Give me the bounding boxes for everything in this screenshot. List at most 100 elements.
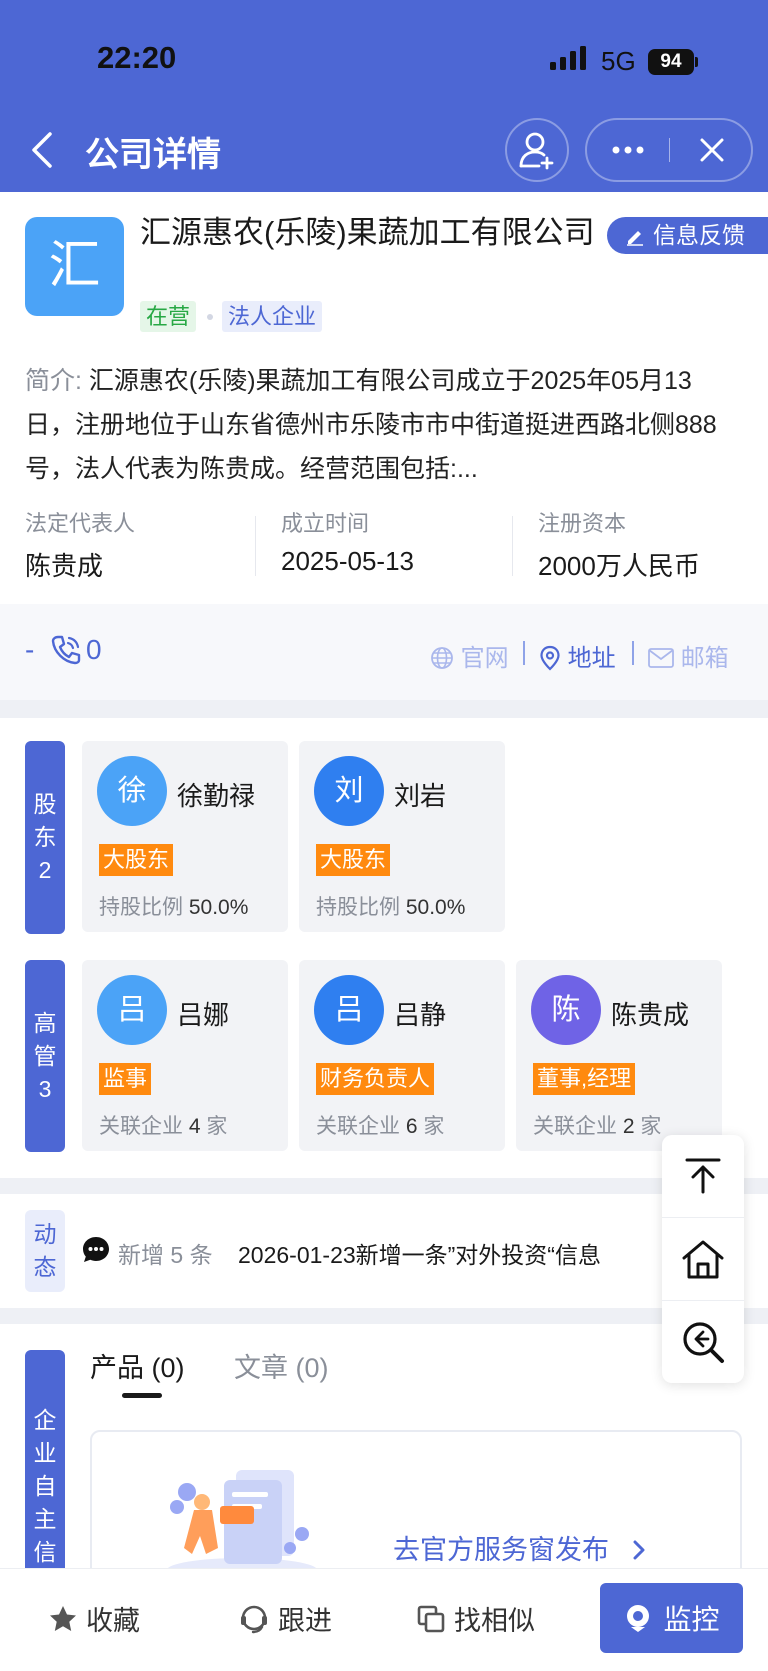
related-unit: 家 — [640, 1115, 662, 1138]
enterprise-label-char: 自 — [33, 1473, 57, 1499]
close-button[interactable] — [671, 120, 753, 180]
section-gap — [0, 1178, 768, 1194]
copy-stack-icon — [417, 1605, 445, 1632]
related-label: 关联企业 — [316, 1115, 400, 1138]
enterprise-label-char: 业 — [33, 1440, 57, 1466]
publish-illustration — [167, 1470, 317, 1582]
back-button[interactable] — [24, 128, 64, 172]
related-count: 4 — [188, 1115, 201, 1138]
chevron-right-icon — [633, 1540, 645, 1560]
shareholder-name: 徐勤禄 — [177, 781, 256, 811]
more-button[interactable] — [587, 120, 669, 180]
legal-rep-block[interactable]: 法定代表人 陈贵成 — [25, 506, 255, 583]
executive-name: 吕静 — [394, 1000, 447, 1030]
star-icon — [50, 1605, 76, 1631]
phone-icon[interactable] — [50, 634, 82, 666]
location-pin-icon — [540, 645, 560, 671]
company-type-badge: 法人企业 — [222, 301, 323, 332]
more-dots-icon — [612, 146, 644, 154]
capsule-divider — [669, 138, 670, 162]
tab-products[interactable]: 产品 (0) — [90, 1346, 185, 1385]
executive-name: 陈贵成 — [611, 1000, 690, 1030]
person-add-icon — [519, 132, 554, 170]
find-similar-label: 找相似 — [454, 1606, 535, 1636]
add-contact-button[interactable] — [505, 118, 569, 182]
holding-ratio: 持股比例 50.0% — [99, 891, 248, 921]
dynamics-label: 动 态 — [25, 1210, 65, 1292]
feedback-button[interactable]: 信息反馈 — [607, 217, 768, 254]
related-companies: 关联企业 6 家 — [316, 1110, 444, 1140]
founded-date-block: 成立时间 2025-05-13 — [281, 506, 511, 577]
related-label: 关联企业 — [99, 1115, 183, 1138]
phone-count[interactable]: 0 — [86, 634, 102, 666]
status-time: 22:20 — [97, 40, 177, 75]
edit-pen-icon — [627, 231, 643, 246]
monitor-button[interactable]: 监控 — [600, 1583, 743, 1653]
registered-capital-block: 注册资本 2000万人民币 — [538, 506, 768, 583]
shareholder-card[interactable]: 徐 徐勤禄 大股东 持股比例 50.0% — [82, 741, 288, 932]
monitor-eye-icon — [627, 1605, 650, 1632]
role-badge: 董事,经理 — [533, 1063, 636, 1095]
executive-name: 吕娜 — [177, 1000, 230, 1030]
find-similar-button[interactable]: 找相似 — [416, 1599, 535, 1638]
info-divider — [255, 516, 256, 576]
globe-icon — [431, 647, 453, 669]
founded-date-value: 2025-05-13 — [281, 546, 414, 576]
follow-up-label: 跟进 — [278, 1606, 332, 1636]
shareholders-label[interactable]: 股 东 2 — [25, 741, 65, 934]
home-button[interactable] — [662, 1218, 744, 1300]
intro-text: 汇源惠农(乐陵)果蔬加工有限公司成立于2025年05月13日，注册地位于山东省德… — [25, 367, 717, 483]
registered-capital-label: 注册资本 — [538, 511, 627, 536]
signal-icon — [550, 46, 586, 70]
executive-card[interactable]: 吕 吕娜 监事 关联企业 4 家 — [82, 960, 288, 1151]
favorite-button[interactable]: 收藏 — [48, 1599, 140, 1638]
section-gap — [0, 700, 768, 718]
tab-articles[interactable]: 文章 (0) — [234, 1346, 329, 1385]
executives-count: 3 — [38, 1075, 52, 1102]
role-badge: 大股东 — [99, 844, 174, 876]
monitor-label: 监控 — [663, 1604, 720, 1635]
back-to-top-button[interactable] — [662, 1135, 744, 1217]
role-badge: 财务负责人 — [316, 1063, 435, 1095]
latest-update[interactable]: 2026-01-23新增一条”对外投资“信息 — [238, 1236, 601, 1270]
shareholders-label-char: 股 — [33, 791, 57, 817]
avatar: 刘 — [314, 756, 384, 826]
executive-card[interactable]: 吕 吕静 财务负责人 关联企业 6 家 — [299, 960, 505, 1151]
info-divider — [512, 516, 513, 576]
related-count: 2 — [622, 1115, 635, 1138]
registered-capital-value: 2000万人民币 — [538, 551, 700, 581]
email-link[interactable]: 邮箱 — [648, 638, 729, 673]
role-badge: 大股东 — [316, 844, 391, 876]
key-info-row: 法定代表人 陈贵成 成立时间 2025-05-13 注册资本 2000万人民币 — [0, 506, 768, 586]
shareholder-card[interactable]: 刘 刘岩 大股东 持股比例 50.0% — [299, 741, 505, 932]
role-badge: 监事 — [99, 1063, 152, 1095]
executive-card[interactable]: 陈 陈贵成 董事,经理 关联企业 2 家 — [516, 960, 722, 1151]
company-intro[interactable]: 简介: 汇源惠农(乐陵)果蔬加工有限公司成立于2025年05月13日，注册地位于… — [25, 359, 741, 491]
enterprise-self-info-label: 企 业 自 主 信 — [25, 1350, 65, 1570]
favorite-label: 收藏 — [86, 1606, 140, 1636]
follow-up-button[interactable]: 跟进 — [238, 1599, 332, 1638]
executives-label-char: 管 — [33, 1042, 57, 1069]
legal-rep-value: 陈贵成 — [25, 551, 104, 581]
company-name: 汇源惠农(乐陵)果蔬加工有限公司 — [140, 215, 595, 250]
app-header: 22:20 5G 94 公司详情 — [0, 0, 768, 192]
website-link[interactable]: 官网 — [430, 638, 509, 673]
feedback-label: 信息反馈 — [653, 222, 745, 248]
shareholders-count: 2 — [38, 857, 52, 883]
enterprise-label-char: 信 — [33, 1539, 57, 1565]
headset-chat-icon — [241, 1605, 267, 1633]
intro-label: 简介: — [25, 367, 82, 395]
mail-icon — [648, 648, 674, 668]
legal-rep-label: 法定代表人 — [25, 511, 136, 536]
dynamics-label-char: 态 — [33, 1254, 57, 1280]
address-link[interactable]: 地址 — [539, 638, 616, 673]
link-divider — [632, 641, 634, 665]
executives-label[interactable]: 高 管 3 — [25, 960, 65, 1152]
holding-ratio-value: 50.0% — [405, 896, 466, 919]
floating-toolbar — [662, 1135, 744, 1383]
search-history-icon — [683, 1322, 724, 1363]
history-search-button[interactable] — [662, 1301, 744, 1383]
avatar: 吕 — [314, 975, 384, 1045]
enterprise-label-char: 主 — [33, 1506, 57, 1532]
publish-official-link[interactable]: 去官方服务窗发布 — [393, 1528, 649, 1567]
